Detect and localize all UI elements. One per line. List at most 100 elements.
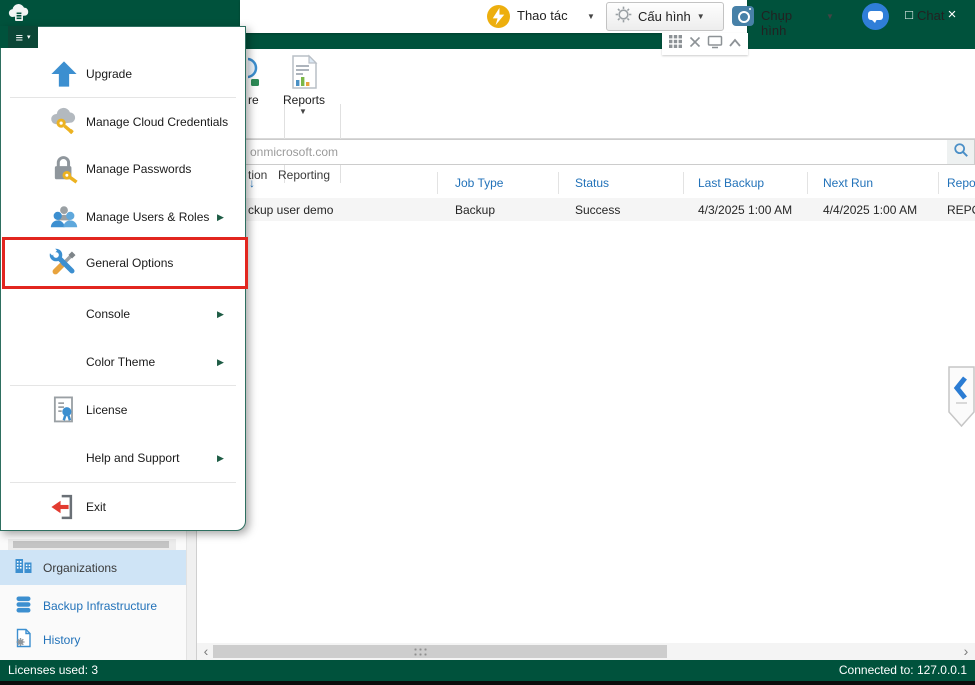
menu-item-manage-users-roles[interactable]: Manage Users & Roles ▶ <box>2 196 245 238</box>
side-panel-flyout-tab[interactable] <box>948 366 975 435</box>
menu-item-manage-cloud-credentials[interactable]: Manage Cloud Credentials <box>2 101 245 143</box>
sidebar-item-label: Organizations <box>43 561 117 575</box>
search-button[interactable] <box>947 140 974 164</box>
sidebar-item-backup-infrastructure[interactable]: Backup Infrastructure <box>0 590 186 622</box>
actions-button[interactable]: Thao tác <box>517 8 568 23</box>
lightning-icon <box>487 5 510 28</box>
sidebar-item-label: History <box>43 633 80 647</box>
column-header-repository[interactable]: Repo <box>947 176 975 190</box>
menu-item-upgrade[interactable]: Upgrade <box>2 53 245 95</box>
menu-separator <box>10 97 236 98</box>
collapse-up-icon[interactable] <box>728 35 742 53</box>
upgrade-arrow-icon <box>48 58 80 90</box>
config-dropdown-caret: ▼ <box>697 12 705 21</box>
chat-button[interactable]: Chat <box>917 8 944 23</box>
scrollbar-grip-dots <box>413 647 427 656</box>
reports-dropdown-caret[interactable]: ▼ <box>299 107 307 116</box>
hamburger-icon: ≡ <box>15 30 23 45</box>
scrollbar-thumb[interactable] <box>213 645 667 658</box>
capture-dropdown-caret[interactable]: ▼ <box>826 12 834 21</box>
panel-separator <box>196 531 197 660</box>
navigation-vertical-scrollbar[interactable] <box>186 531 196 660</box>
menu-item-label: Color Theme <box>86 355 155 369</box>
cell-last-backup: 4/3/2025 1:00 AM <box>698 203 792 217</box>
sidebar-item-organizations[interactable]: Organizations <box>0 550 186 585</box>
config-button[interactable]: Cấu hình ▼ <box>606 2 724 31</box>
status-bar: Licenses used: 3 Connected to: 127.0.0.1 <box>0 660 975 681</box>
partial-explore-button[interactable]: re <box>248 93 259 107</box>
menu-separator <box>10 482 236 483</box>
search-icon <box>953 142 969 163</box>
submenu-arrow-icon: ▶ <box>217 357 224 368</box>
column-divider <box>683 172 684 194</box>
veeam-console-window: – □ × Thao tác ▼ Cấu hình <box>0 0 975 685</box>
menu-item-label: Help and Support <box>86 451 179 465</box>
menu-item-license[interactable]: License <box>2 389 245 431</box>
actions-dropdown-caret[interactable]: ▼ <box>587 12 595 21</box>
exit-door-icon <box>48 491 80 523</box>
menu-item-help-and-support[interactable]: Help and Support ▶ <box>2 437 245 479</box>
scroll-left-arrow[interactable]: ‹ <box>199 643 213 660</box>
column-divider <box>807 172 808 194</box>
cell-repository: REPO <box>947 203 975 217</box>
capture-toolbar: Thao tác ▼ Cấu hình ▼ Chụp hình ▼ <box>240 0 747 33</box>
menu-item-console[interactable]: Console ▶ <box>2 293 245 335</box>
scroll-right-arrow[interactable]: › <box>959 643 973 660</box>
menu-item-label: Manage Users & Roles <box>86 210 209 224</box>
reporting-group-label: Reporting <box>278 168 330 182</box>
column-divider <box>938 172 939 194</box>
content-horizontal-scrollbar[interactable]: ‹ › <box>197 643 975 660</box>
reports-icon <box>289 54 320 95</box>
resize-icon[interactable] <box>688 35 702 54</box>
search-value: onmicrosoft.com <box>250 145 338 159</box>
gear-icon <box>615 6 632 28</box>
screen-edge-strip <box>0 681 975 685</box>
reports-button[interactable]: Reports <box>283 93 325 107</box>
column-divider <box>558 172 559 194</box>
connected-to-status: Connected to: 127.0.0.1 <box>839 663 967 677</box>
name-column-sort-icon[interactable]: ↓ <box>249 176 255 190</box>
cell-status: Success <box>575 203 620 217</box>
submenu-arrow-icon: ▶ <box>217 309 224 320</box>
cell-job-type: Backup <box>455 203 495 217</box>
tree-horizontal-scrollbar[interactable] <box>8 539 176 550</box>
menu-item-label: Manage Cloud Credentials <box>86 115 228 129</box>
menu-item-exit[interactable]: Exit <box>2 486 245 528</box>
menu-item-label: License <box>86 403 127 417</box>
camera-icon <box>732 6 754 26</box>
menu-item-label: Upgrade <box>86 67 132 81</box>
submenu-arrow-icon: ▶ <box>217 212 224 223</box>
config-button-label: Cấu hình <box>638 9 691 24</box>
cloud-credentials-icon <box>48 106 80 138</box>
highlight-box-general-options <box>2 237 248 289</box>
column-header-next-run[interactable]: Next Run <box>823 176 873 190</box>
app-logo-icon <box>8 3 30 28</box>
submenu-arrow-icon: ▶ <box>217 453 224 464</box>
sidebar-item-label: Backup Infrastructure <box>43 599 157 613</box>
scrollbar-thumb[interactable] <box>13 541 169 548</box>
partial-explore-icon <box>248 55 264 91</box>
column-header-last-backup[interactable]: Last Backup <box>698 176 764 190</box>
backup-infrastructure-icon <box>13 594 34 619</box>
grid-icon[interactable] <box>668 34 683 54</box>
navigation-panel: Organizations Backup Infrastructure <box>0 531 196 660</box>
capture-button[interactable]: Chụp hình <box>761 8 792 38</box>
titlebar-patch <box>0 26 8 48</box>
sidebar-item-history[interactable]: History <box>0 624 186 656</box>
cell-job-name: ckup user demo <box>248 203 333 217</box>
column-header-job-type[interactable]: Job Type <box>455 176 503 190</box>
menu-item-manage-passwords[interactable]: Manage Passwords <box>2 148 245 190</box>
main-menu-button[interactable]: ≡ ▾ <box>8 26 38 48</box>
monitor-icon[interactable] <box>707 35 723 54</box>
search-input[interactable]: onmicrosoft.com <box>196 139 975 165</box>
passwords-lock-icon <box>48 153 80 185</box>
menu-separator <box>10 385 236 386</box>
menu-item-label: Exit <box>86 500 106 514</box>
column-header-status[interactable]: Status <box>575 176 609 190</box>
column-divider <box>437 172 438 194</box>
history-icon <box>13 628 34 653</box>
licenses-used-status: Licenses used: 3 <box>8 663 98 677</box>
menu-item-color-theme[interactable]: Color Theme ▶ <box>2 341 245 383</box>
capture-mini-toolbar <box>662 33 748 55</box>
license-icon <box>48 394 80 426</box>
